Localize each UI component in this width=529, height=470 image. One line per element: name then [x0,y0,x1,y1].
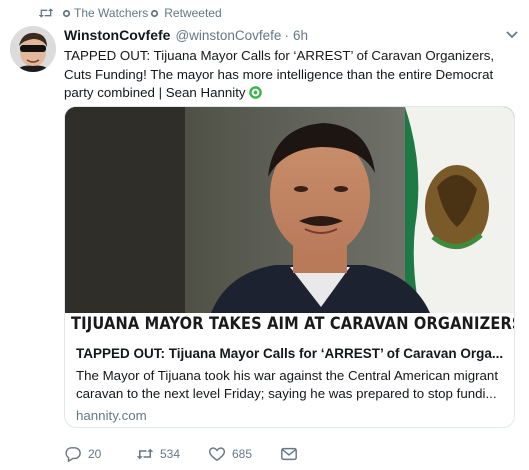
chyron-text: TIJUANA MAYOR TAKES AIM AT CARAVAN ORGAN… [71,314,514,334]
watcher-eye-icon-2 [151,9,159,17]
green-circle-emoji-icon [248,86,262,99]
watcher-eye-icon [62,9,71,17]
user-handle[interactable]: @winstonCovfefe [175,28,281,43]
envelope-icon [281,447,297,461]
retweet-context: The Watchers Retweeted [38,6,222,20]
news-chyron: TIJUANA MAYOR TAKES AIM AT CARAVAN ORGAN… [65,313,514,335]
direct-message-button[interactable] [280,446,298,462]
card-title: TAPPED OUT: Tijuana Mayor Calls for ‘ARR… [76,346,503,361]
like-count: 685 [232,447,253,461]
reply-button[interactable]: 20 [64,446,136,462]
reply-icon [65,447,81,462]
heart-icon [208,447,226,462]
header-separator: · [284,28,289,43]
news-photo [65,107,514,335]
reply-count: 20 [88,447,102,461]
card-body: TAPPED OUT: Tijuana Mayor Calls for ‘ARR… [65,335,514,423]
retweeter-name: The Watchers [74,6,149,20]
retweeter-link[interactable]: The Watchers [62,6,164,20]
tweet-actions: 20 534 685 [64,446,298,462]
avatar[interactable] [10,26,56,72]
display-name[interactable]: WinstonCovfefe [64,27,170,43]
tweet-body: TAPPED OUT: Tijuana Mayor Calls for ‘ARR… [64,48,495,100]
retweet-label: Retweeted [164,6,222,20]
retweet-icon [38,8,54,18]
like-button[interactable]: 685 [208,446,280,462]
tweet-header: WinstonCovfefe @winstonCovfefe · 6h [64,27,308,43]
card-description: The Mayor of Tijuana took his war agains… [76,368,499,401]
card-domain: hannity.com [76,408,147,423]
retweet-count: 534 [160,447,181,461]
chevron-down-icon[interactable] [505,30,519,40]
tweet-text: TAPPED OUT: Tijuana Mayor Calls for ‘ARR… [64,47,516,103]
retweet-icon [136,448,154,460]
tweet-timestamp[interactable]: 6h [293,28,308,43]
link-card[interactable]: TIJUANA MAYOR TAKES AIM AT CARAVAN ORGAN… [64,106,515,428]
retweet-button[interactable]: 534 [136,446,208,462]
card-image: TIJUANA MAYOR TAKES AIM AT CARAVAN ORGAN… [65,107,514,335]
